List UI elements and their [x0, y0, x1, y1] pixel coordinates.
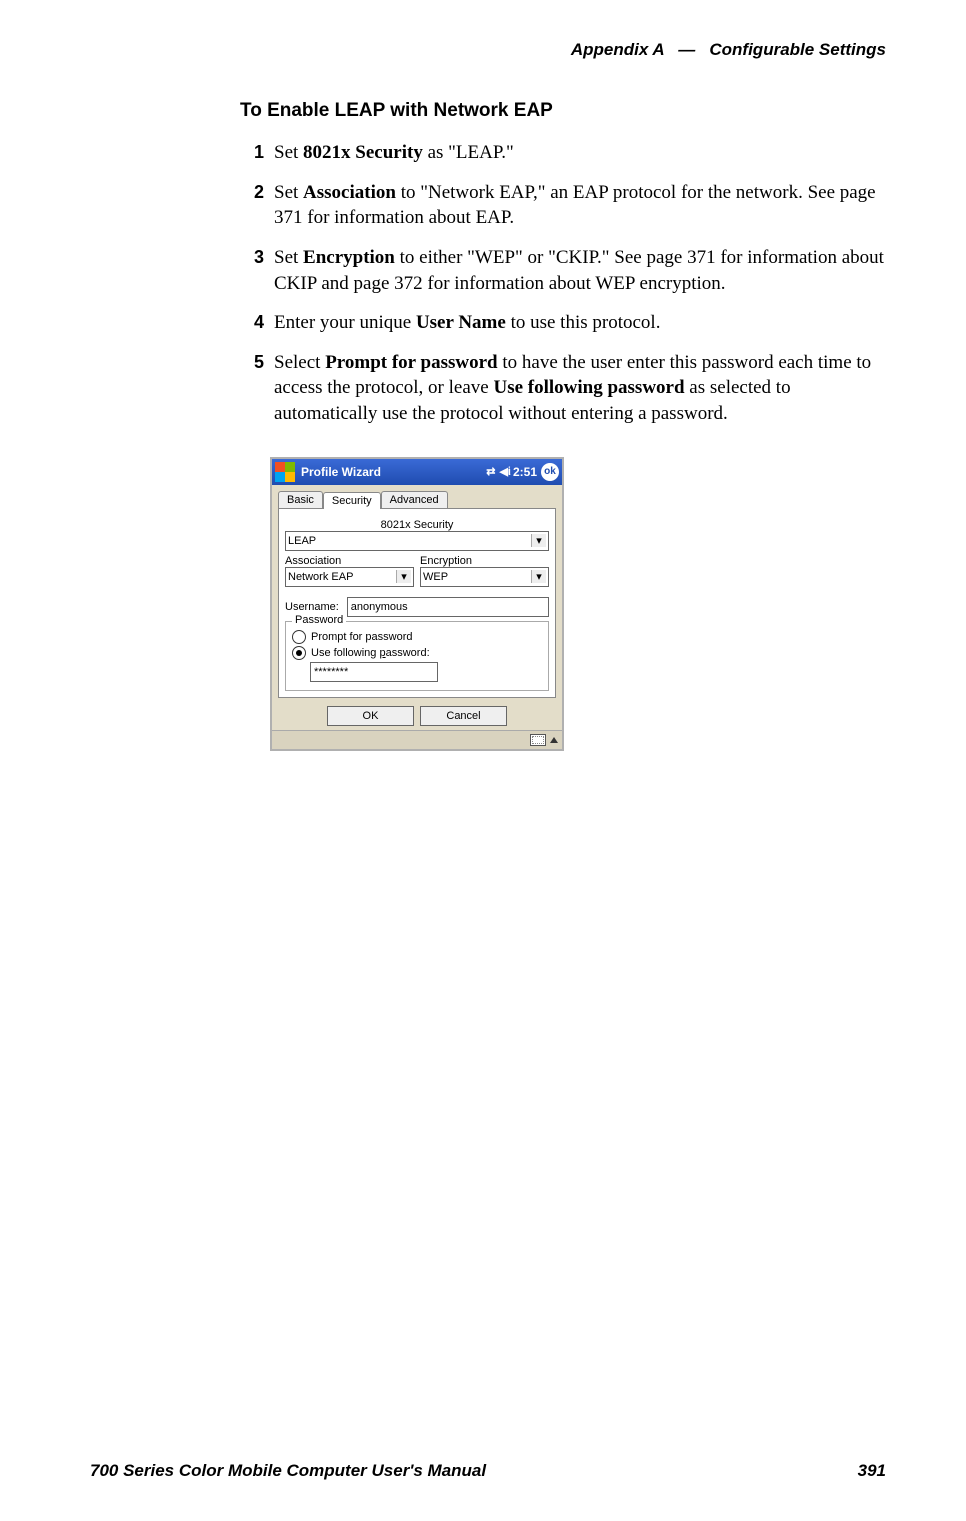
- password-group: Password Prompt for password Use followi…: [285, 621, 549, 691]
- ok-button[interactable]: OK: [327, 706, 414, 726]
- security-value: LEAP: [288, 535, 531, 547]
- header-appendix: Appendix A: [571, 40, 664, 59]
- password-input[interactable]: ********: [310, 662, 438, 682]
- association-select[interactable]: Network EAP ▾: [285, 567, 414, 587]
- step-1: 1 Set 8021x Security as "LEAP.": [240, 140, 886, 166]
- encryption-label: Encryption: [420, 555, 549, 567]
- step-num: 1: [240, 140, 264, 166]
- keyboard-icon[interactable]: [530, 734, 546, 746]
- header-sep: —: [678, 40, 695, 59]
- profile-wizard-window: Profile Wizard ⇄ ◀ἱ 2:51 ok Basic Securi…: [270, 457, 564, 751]
- step-5: 5 Select Prompt for password to have the…: [240, 350, 886, 427]
- step-num: 4: [240, 310, 264, 336]
- encryption-value: WEP: [423, 571, 531, 583]
- radio-use-label: Use following password:: [311, 647, 430, 659]
- association-label: Association: [285, 555, 414, 567]
- title-bar: Profile Wizard ⇄ ◀ἱ 2:51 ok: [272, 459, 562, 485]
- step-text: Set Encryption to either "WEP" or "CKIP.…: [274, 245, 886, 296]
- page-header: Appendix A — Configurable Settings: [90, 40, 896, 60]
- windows-logo-icon[interactable]: [275, 462, 295, 482]
- step-num: 3: [240, 245, 264, 296]
- password-value: ********: [314, 666, 348, 678]
- radio-icon-selected: [292, 646, 306, 660]
- footer-page-number: 391: [858, 1461, 886, 1481]
- section-title: To Enable LEAP with Network EAP: [240, 100, 886, 122]
- header-title: Configurable Settings: [709, 40, 886, 59]
- button-row: OK Cancel: [278, 706, 556, 726]
- bottom-bar: [272, 730, 562, 749]
- password-group-label: Password: [292, 614, 346, 626]
- window-title: Profile Wizard: [301, 465, 484, 479]
- tab-bar: Basic Security Advanced: [272, 485, 562, 508]
- step-2: 2 Set Association to "Network EAP," an E…: [240, 180, 886, 231]
- encryption-select[interactable]: WEP ▾: [420, 567, 549, 587]
- username-input[interactable]: anonymous: [347, 597, 549, 617]
- clock[interactable]: 2:51: [513, 465, 537, 479]
- security-label: 8021x Security: [285, 519, 549, 531]
- association-value: Network EAP: [288, 571, 396, 583]
- step-num: 5: [240, 350, 264, 427]
- form-area: 8021x Security LEAP ▾ Association Networ…: [278, 508, 556, 698]
- step-3: 3 Set Encryption to either "WEP" or "CKI…: [240, 245, 886, 296]
- footer-manual-title: 700 Series Color Mobile Computer User's …: [90, 1461, 486, 1481]
- radio-prompt-password[interactable]: Prompt for password: [292, 630, 542, 644]
- cancel-button[interactable]: Cancel: [420, 706, 507, 726]
- security-select[interactable]: LEAP ▾: [285, 531, 549, 551]
- chevron-down-icon: ▾: [531, 534, 546, 547]
- username-label: Username:: [285, 601, 339, 613]
- ok-title-button[interactable]: ok: [541, 463, 559, 481]
- step-text: Set Association to "Network EAP," an EAP…: [274, 180, 886, 231]
- step-4: 4 Enter your unique User Name to use thi…: [240, 310, 886, 336]
- chevron-down-icon: ▾: [396, 570, 411, 583]
- connectivity-icon[interactable]: ⇄: [486, 465, 495, 478]
- radio-use-password[interactable]: Use following password:: [292, 646, 542, 660]
- username-value: anonymous: [351, 601, 408, 613]
- tab-advanced[interactable]: Advanced: [381, 491, 448, 508]
- page-footer: 700 Series Color Mobile Computer User's …: [90, 1461, 886, 1481]
- menu-up-icon[interactable]: [550, 737, 558, 743]
- volume-icon[interactable]: ◀ἱ: [499, 465, 511, 478]
- step-text: Set 8021x Security as "LEAP.": [274, 140, 886, 166]
- radio-icon: [292, 630, 306, 644]
- radio-prompt-label: Prompt for password: [311, 631, 412, 643]
- step-text: Enter your unique User Name to use this …: [274, 310, 886, 336]
- chevron-down-icon: ▾: [531, 570, 546, 583]
- tab-basic[interactable]: Basic: [278, 491, 323, 508]
- tab-security[interactable]: Security: [323, 492, 381, 509]
- step-text: Select Prompt for password to have the u…: [274, 350, 886, 427]
- step-num: 2: [240, 180, 264, 231]
